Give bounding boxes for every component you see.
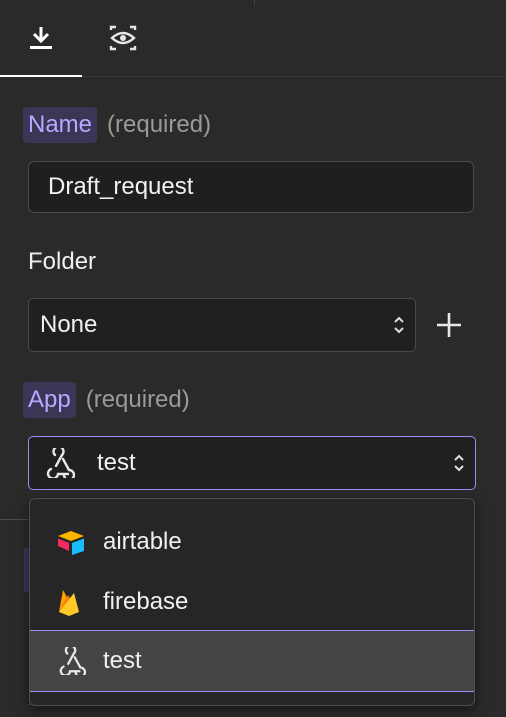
download-icon [30, 27, 52, 49]
chevron-updown-icon [454, 454, 464, 472]
tab-bar [0, 0, 506, 77]
add-folder-button[interactable] [434, 310, 464, 340]
folder-selected-value: None [40, 311, 98, 338]
name-label: Name [23, 107, 98, 143]
folder-label: Folder [28, 248, 97, 275]
tab-download[interactable] [0, 0, 82, 77]
app-option-label: airtable [103, 528, 182, 555]
folder-select[interactable]: None [28, 298, 416, 352]
app-option-airtable[interactable]: airtable [30, 512, 474, 572]
name-input[interactable] [28, 161, 474, 213]
tab-preview[interactable] [82, 0, 164, 76]
app-selected-value: test [97, 449, 136, 476]
webhook-icon [46, 448, 75, 478]
airtable-icon [58, 531, 84, 555]
name-required-hint: (required) [107, 111, 212, 138]
app-option-label: test [103, 647, 142, 674]
app-dropdown-menu: airtable firebase test [29, 498, 475, 706]
app-option-test[interactable]: test [30, 630, 474, 692]
name-label-row: Name (required) [23, 107, 211, 143]
firebase-icon [59, 590, 79, 616]
section-divider [0, 519, 30, 520]
app-select[interactable]: test [28, 436, 476, 490]
app-option-firebase[interactable]: firebase [30, 572, 474, 632]
app-label: App [23, 382, 76, 418]
app-required-hint: (required) [85, 386, 190, 413]
top-divider [254, 0, 255, 6]
app-option-label: firebase [103, 588, 189, 615]
chevron-updown-icon [394, 316, 404, 334]
webhook-icon [59, 647, 86, 675]
eye-preview-icon [109, 25, 137, 51]
app-label-row: App (required) [23, 382, 190, 418]
